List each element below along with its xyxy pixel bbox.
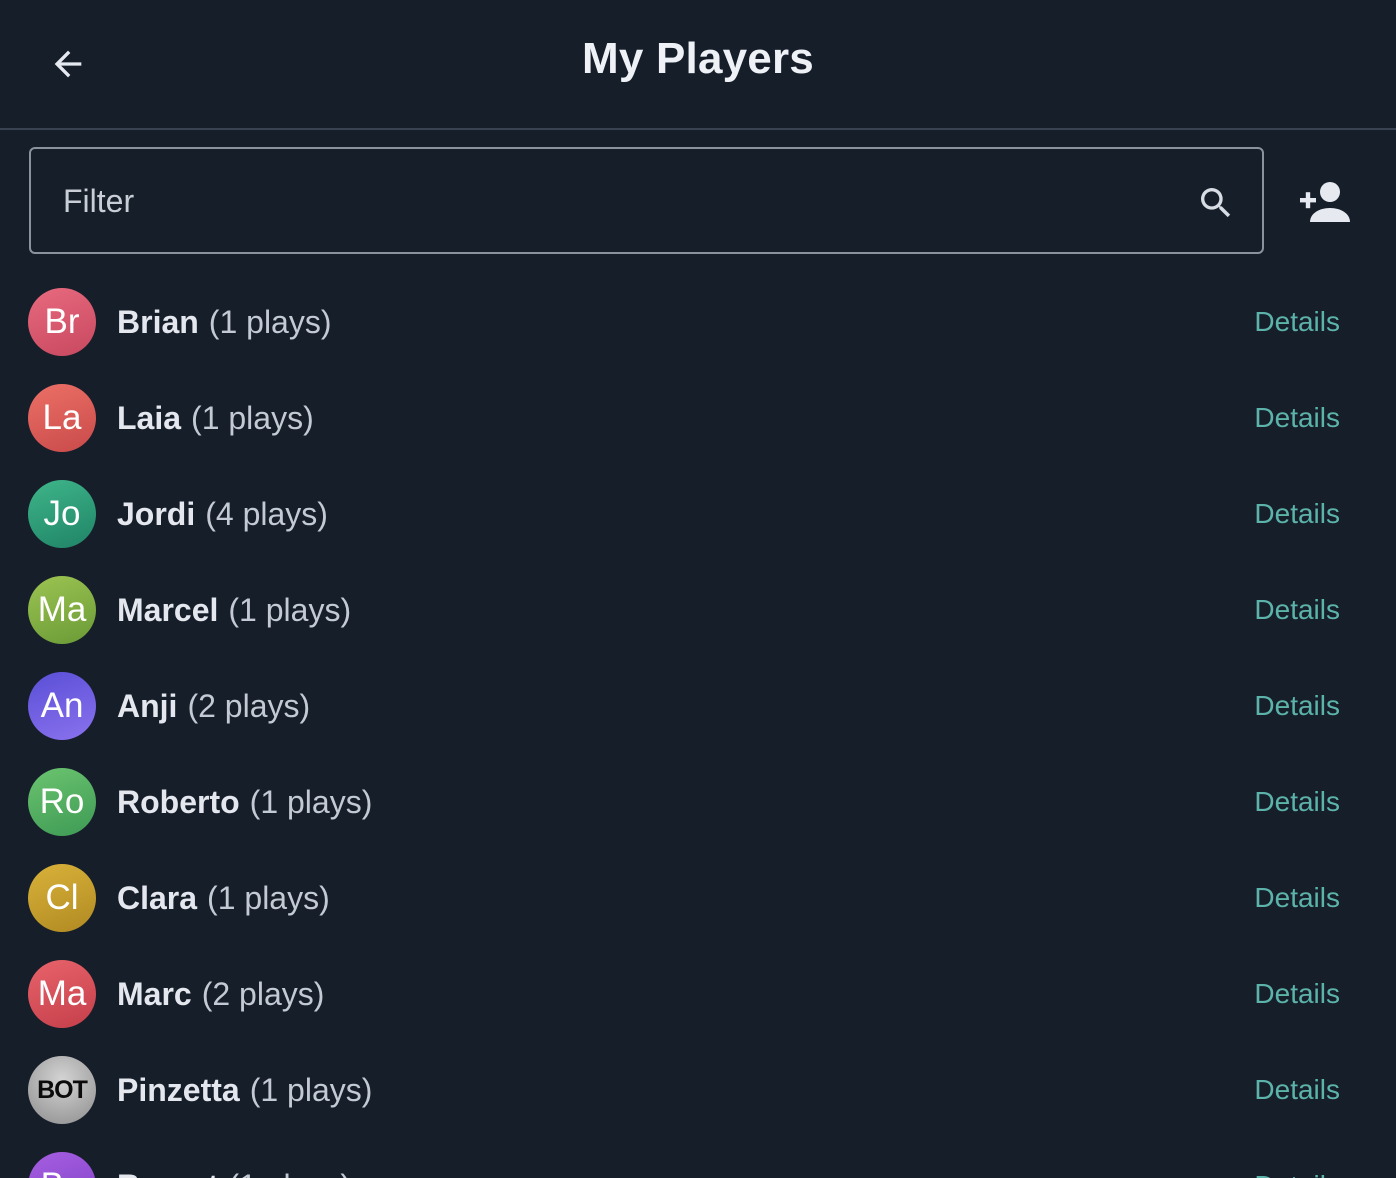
player-list: Br Brian (1 plays) Details La Laia (1 plays) De… xyxy=(0,274,1396,1178)
player-name: Roberto xyxy=(117,784,240,820)
player-row[interactable]: Ma Marc (2 plays) Details xyxy=(0,946,1396,1042)
player-plays-count: (1 plays) xyxy=(228,592,352,628)
filter-input[interactable] xyxy=(61,149,1185,254)
filter-field[interactable] xyxy=(29,147,1264,254)
details-link[interactable]: Details xyxy=(1254,1074,1340,1106)
player-name: Brian xyxy=(117,304,199,340)
player-avatar: La xyxy=(28,384,96,452)
details-link[interactable]: Details xyxy=(1254,882,1340,914)
details-link[interactable]: Details xyxy=(1254,498,1340,530)
player-plays-count: (1 plays) xyxy=(191,400,314,436)
details-link[interactable]: Details xyxy=(1254,306,1340,338)
player-name-group: Laia (1 plays) xyxy=(117,400,314,437)
details-link[interactable]: Details xyxy=(1254,978,1340,1010)
player-name-group: Anji (2 plays) xyxy=(117,688,310,725)
player-avatar: Ma xyxy=(28,576,96,644)
player-avatar: Bo xyxy=(28,1152,96,1178)
player-avatar: Ma xyxy=(28,960,96,1028)
player-plays-count: (1 plays) xyxy=(249,784,373,820)
player-row[interactable]: Jo Jordi (4 plays) Details xyxy=(0,466,1396,562)
details-link[interactable]: Details xyxy=(1254,690,1340,722)
player-plays-count: (1 plays) xyxy=(207,880,330,916)
player-plays-count: (1 plays) xyxy=(249,1072,373,1108)
page-title: My Players xyxy=(582,34,814,83)
details-link[interactable]: Details xyxy=(1254,786,1340,818)
player-avatar: An xyxy=(28,672,96,740)
player-name: Anji xyxy=(117,688,178,724)
player-plays-count: (1 plays) xyxy=(228,1168,351,1178)
player-plays-count: (4 plays) xyxy=(205,496,328,532)
player-avatar: Cl xyxy=(28,864,96,932)
search-icon[interactable] xyxy=(1196,183,1236,223)
details-link[interactable]: Details xyxy=(1254,594,1340,626)
player-avatar: Ro xyxy=(28,768,96,836)
details-link[interactable]: Details xyxy=(1254,402,1340,434)
add-player-button[interactable] xyxy=(1296,178,1352,226)
player-avatar: BOT xyxy=(28,1056,96,1124)
player-row[interactable]: La Laia (1 plays) Details xyxy=(0,370,1396,466)
player-row[interactable]: An Anji (2 plays) Details xyxy=(0,658,1396,754)
player-name-group: Marc (2 plays) xyxy=(117,976,324,1013)
player-row[interactable]: Ma Marcel (1 plays) Details xyxy=(0,562,1396,658)
header-bar: My Players xyxy=(0,0,1396,130)
player-name: Marc xyxy=(117,976,192,1012)
player-row[interactable]: BOT Pinzetta (1 plays) Details xyxy=(0,1042,1396,1138)
player-name: Laia xyxy=(117,400,182,436)
player-name: Marcel xyxy=(117,592,219,628)
player-name: Jordi xyxy=(117,496,196,532)
app-root: My Players BrBrian(1 plays)DetailsLaLaia… xyxy=(0,0,1396,1178)
player-row[interactable]: Ro Roberto (1 plays) Details xyxy=(0,754,1396,850)
player-name: Clara xyxy=(117,880,198,916)
player-row[interactable]: Cl Clara (1 plays) Details xyxy=(0,850,1396,946)
details-link[interactable]: Details xyxy=(1254,1170,1340,1178)
player-plays-count: (2 plays) xyxy=(187,688,311,724)
player-name-group: Marcel (1 plays) xyxy=(117,592,351,629)
player-name-group: Jordi (4 plays) xyxy=(117,496,328,533)
player-name-group: Roberto (1 plays) xyxy=(117,784,372,821)
player-name-group: Clara (1 plays) xyxy=(117,880,330,917)
player-avatar: Br xyxy=(28,288,96,356)
player-name: Bernat xyxy=(117,1168,218,1178)
player-name-group: Brian (1 plays) xyxy=(117,304,332,341)
person-add-icon xyxy=(1300,182,1350,222)
player-plays-count: (2 plays) xyxy=(201,976,325,1012)
player-row[interactable]: Br Brian (1 plays) Details xyxy=(0,274,1396,370)
player-plays-count: (1 plays) xyxy=(208,304,332,340)
player-name-group: Pinzetta (1 plays) xyxy=(117,1072,372,1109)
player-name: Pinzetta xyxy=(117,1072,240,1108)
player-row[interactable]: Bo Bernat (1 plays) Details xyxy=(0,1138,1396,1178)
player-avatar: Jo xyxy=(28,480,96,548)
player-name-group: Bernat (1 plays) xyxy=(117,1168,351,1178)
